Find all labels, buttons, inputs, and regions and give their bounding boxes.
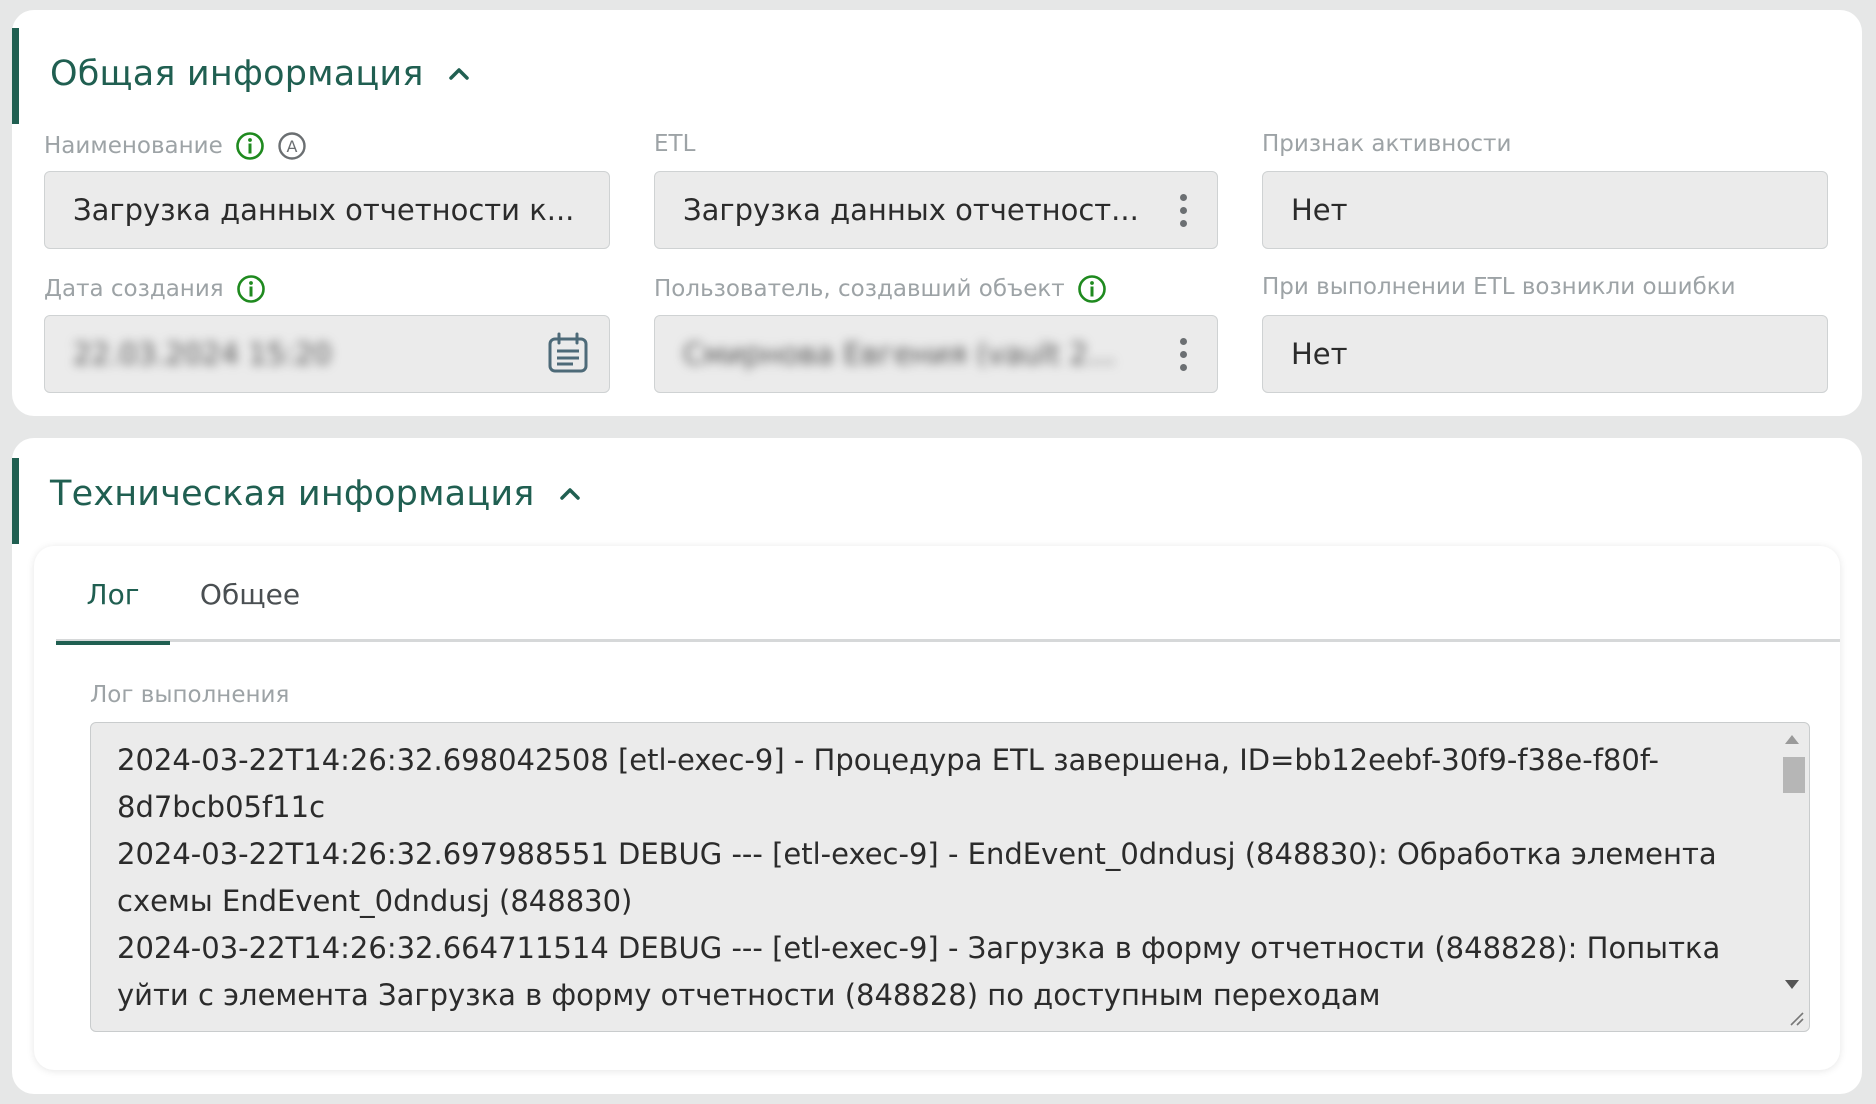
etl-field-label: ETL xyxy=(654,131,695,157)
errors-label-text: При выполнении ETL возникли ошибки xyxy=(1262,274,1736,300)
kebab-menu-icon[interactable] xyxy=(1163,185,1203,235)
scroll-down-icon[interactable] xyxy=(1785,980,1799,989)
technical-info-panel: Лог Общее Лог выполнения 2024-03-22T14:2… xyxy=(34,546,1840,1070)
general-info-card: Общая информация Наименование A Загрузка… xyxy=(12,10,1862,416)
svg-text:A: A xyxy=(286,137,297,156)
log-scrollbar[interactable] xyxy=(1777,723,1809,1031)
created-date-value: 22.03.2024 15:20 xyxy=(73,337,332,371)
tab-log[interactable]: Лог xyxy=(56,546,170,645)
log-line: 2024-03-22T14:26:32.664711514 DEBUG --- … xyxy=(117,931,1721,1012)
etl-field[interactable]: Загрузка данных отчетност... xyxy=(654,171,1218,249)
name-label-text: Наименование xyxy=(44,133,223,159)
chevron-up-icon[interactable] xyxy=(444,59,474,89)
scroll-up-icon[interactable] xyxy=(1785,735,1799,744)
name-field[interactable]: Загрузка данных отчетности к... xyxy=(44,171,610,249)
section-accent-bar xyxy=(12,458,19,544)
tab-bar: Лог Общее xyxy=(56,546,1840,645)
log-line: 2024-03-22T14:26:32.698042508 [etl-exec-… xyxy=(117,743,1659,824)
scrollbar-thumb[interactable] xyxy=(1783,757,1805,793)
technical-info-card: Техническая информация Лог Общее Лог вып… xyxy=(12,438,1862,1094)
log-line: 2024-03-22T14:26:32.697988551 DEBUG --- … xyxy=(117,837,1717,918)
info-icon[interactable] xyxy=(236,274,266,304)
general-info-title: Общая информация xyxy=(50,54,424,94)
technical-info-title: Техническая информация xyxy=(50,474,535,514)
name-field-value: Загрузка данных отчетности к... xyxy=(73,193,575,227)
creator-label-text: Пользователь, создавший объект xyxy=(654,276,1065,302)
created-date-field[interactable]: 22.03.2024 15:20 xyxy=(44,315,610,393)
technical-info-header[interactable]: Техническая информация xyxy=(50,474,585,514)
created-label-text: Дата создания xyxy=(44,276,224,302)
log-textarea[interactable]: 2024-03-22T14:26:32.698042508 [etl-exec-… xyxy=(90,722,1810,1032)
errors-field[interactable]: Нет xyxy=(1262,315,1828,393)
etl-field-value: Загрузка данных отчетност... xyxy=(683,193,1139,227)
creator-field-label: Пользователь, создавший объект xyxy=(654,274,1107,304)
tab-general-label: Общее xyxy=(199,577,301,611)
etl-label-text: ETL xyxy=(654,131,696,157)
info-icon[interactable] xyxy=(1077,274,1107,304)
active-field-value: Нет xyxy=(1291,193,1348,227)
creator-field[interactable]: Смирнова Евгения (vault 2... xyxy=(654,315,1218,393)
tab-general[interactable]: Общее xyxy=(170,546,330,642)
name-field-label: Наименование A xyxy=(44,131,307,161)
resize-handle-icon[interactable] xyxy=(1787,1009,1805,1027)
auto-a-icon[interactable]: A xyxy=(277,131,307,161)
active-label-text: Признак активности xyxy=(1262,131,1512,157)
calendar-icon[interactable] xyxy=(545,331,591,377)
active-field-label: Признак активности xyxy=(1262,131,1511,157)
chevron-up-icon[interactable] xyxy=(555,479,585,509)
created-field-label: Дата создания xyxy=(44,274,266,304)
tab-log-label: Лог xyxy=(86,577,140,611)
section-accent-bar xyxy=(12,28,19,124)
errors-field-value: Нет xyxy=(1291,337,1348,371)
errors-field-label: При выполнении ETL возникли ошибки xyxy=(1262,274,1736,300)
general-info-header[interactable]: Общая информация xyxy=(50,54,474,94)
creator-field-value: Смирнова Евгения (vault 2... xyxy=(683,337,1116,371)
active-field[interactable]: Нет xyxy=(1262,171,1828,249)
log-content: 2024-03-22T14:26:32.698042508 [etl-exec-… xyxy=(117,737,1757,1019)
info-icon[interactable] xyxy=(235,131,265,161)
log-label: Лог выполнения xyxy=(90,682,290,708)
kebab-menu-icon[interactable] xyxy=(1163,329,1203,379)
